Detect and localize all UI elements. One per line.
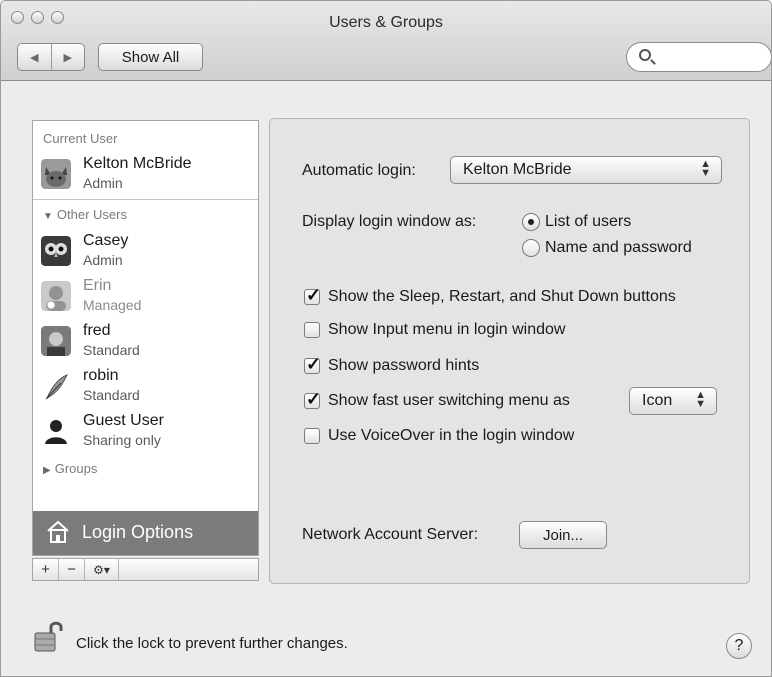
search-field[interactable] xyxy=(626,42,771,72)
checkbox-sleep-restart[interactable]: ✓ xyxy=(304,285,321,305)
user-name: Kelton McBride xyxy=(83,155,192,172)
disclosure-down-icon: ▼ xyxy=(43,211,53,222)
checkbox-password-hints[interactable]: ✓ xyxy=(304,354,321,374)
other-users-heading[interactable]: ▼ Other Users xyxy=(43,207,127,222)
display-login-label: Display login window as: xyxy=(302,213,477,230)
user-role: Admin xyxy=(83,252,123,268)
user-role: Standard xyxy=(83,342,140,358)
checkbox-sleep-restart-label: Show the Sleep, Restart, and Shut Down b… xyxy=(328,288,676,305)
title-bar: Users & Groups ◀ ▶ Show All xyxy=(1,1,771,81)
user-item-robin[interactable]: robin Standard xyxy=(41,367,256,407)
user-name: Erin xyxy=(83,277,112,294)
users-groups-window: Users & Groups ◀ ▶ Show All Current User… xyxy=(0,0,772,677)
action-gear-menu[interactable]: ⚙▾ xyxy=(85,559,119,580)
lock-status-text: Click the lock to prevent further change… xyxy=(76,635,348,652)
checkbox-input-menu-label: Show Input menu in login window xyxy=(328,321,566,338)
help-button[interactable]: ? xyxy=(726,633,752,659)
checkbox-voiceover[interactable] xyxy=(304,428,320,444)
popup-arrows-icon: ▲ ▼ xyxy=(695,389,706,410)
user-name: Guest User xyxy=(83,412,164,429)
popup-arrows-icon: ▲ ▼ xyxy=(700,158,711,179)
checkmark-icon: ✓ xyxy=(306,354,322,374)
checkbox-fast-user-switching[interactable]: ✓ xyxy=(304,389,321,409)
feather-avatar-icon xyxy=(45,374,69,400)
house-icon xyxy=(47,520,69,543)
automatic-login-popup[interactable]: Kelton McBride ▲ ▼ xyxy=(450,156,722,184)
user-item-casey[interactable]: Casey Admin xyxy=(41,232,256,272)
user-role: Standard xyxy=(83,387,140,403)
sidebar-action-bar: + − ⚙▾ xyxy=(32,558,259,581)
forward-arrow-icon[interactable]: ▶ xyxy=(52,44,85,70)
login-options-panel: Automatic login: Kelton McBride ▲ ▼ Displ… xyxy=(269,118,750,584)
automatic-login-value: Kelton McBride xyxy=(463,161,572,178)
join-button[interactable]: Join... xyxy=(519,521,607,549)
owl-avatar-icon xyxy=(41,236,71,266)
radio-list-of-users[interactable] xyxy=(522,213,540,231)
back-forward-control: ◀ ▶ xyxy=(17,43,85,71)
user-role: Managed xyxy=(83,297,142,313)
user-item-guest[interactable]: Guest User Sharing only xyxy=(41,412,256,452)
user-item-erin[interactable]: Erin Managed xyxy=(41,277,256,317)
search-icon xyxy=(639,49,651,61)
checkmark-icon: ✓ xyxy=(306,285,322,305)
automatic-login-label: Automatic login: xyxy=(302,162,416,179)
groups-heading[interactable]: ▶ Groups xyxy=(43,461,97,476)
unlocked-padlock-icon[interactable] xyxy=(31,619,67,655)
fast-switch-menu-popup[interactable]: Icon ▲ ▼ xyxy=(629,387,717,415)
cat-avatar-icon xyxy=(41,159,71,189)
user-list-sidebar: Current User Kelton McBride Admin ▼ Other… xyxy=(32,120,259,556)
radio-name-and-password-label: Name and password xyxy=(545,239,692,256)
groups-label: Groups xyxy=(54,461,98,476)
radio-list-of-users-label: List of users xyxy=(545,213,632,230)
user-name: robin xyxy=(83,367,119,384)
checkbox-password-hints-label: Show password hints xyxy=(328,357,480,374)
window-title: Users & Groups xyxy=(329,14,443,31)
user-role: Admin xyxy=(83,175,123,191)
checkmark-icon: ✓ xyxy=(306,389,322,409)
show-all-button[interactable]: Show All xyxy=(98,43,203,71)
person-silhouette-icon xyxy=(45,420,67,444)
person-photo-avatar-icon xyxy=(41,281,71,311)
fast-switch-value: Icon xyxy=(642,392,673,409)
checkbox-fast-user-switching-label: Show fast user switching menu as xyxy=(328,392,570,409)
network-account-server-label: Network Account Server: xyxy=(302,526,479,543)
remove-user-button[interactable]: − xyxy=(59,559,85,580)
login-options-item[interactable]: Login Options xyxy=(33,511,258,555)
checkbox-input-menu[interactable] xyxy=(304,322,320,338)
section-divider xyxy=(33,199,258,200)
user-item-fred[interactable]: fred Standard xyxy=(41,322,256,362)
user-name: Casey xyxy=(83,232,129,249)
disclosure-right-icon: ▶ xyxy=(43,465,51,476)
radio-name-and-password[interactable] xyxy=(522,239,540,257)
checkbox-voiceover-label: Use VoiceOver in the login window xyxy=(328,427,575,444)
add-user-button[interactable]: + xyxy=(33,559,59,580)
user-name: fred xyxy=(83,322,111,339)
back-arrow-icon[interactable]: ◀ xyxy=(18,44,52,70)
person-photo-avatar-icon xyxy=(41,326,71,356)
user-role: Sharing only xyxy=(83,432,161,448)
other-users-label: Other Users xyxy=(56,207,127,222)
current-user-heading: Current User xyxy=(43,131,118,146)
login-options-label: Login Options xyxy=(82,522,194,542)
user-item-current[interactable]: Kelton McBride Admin xyxy=(41,155,256,195)
